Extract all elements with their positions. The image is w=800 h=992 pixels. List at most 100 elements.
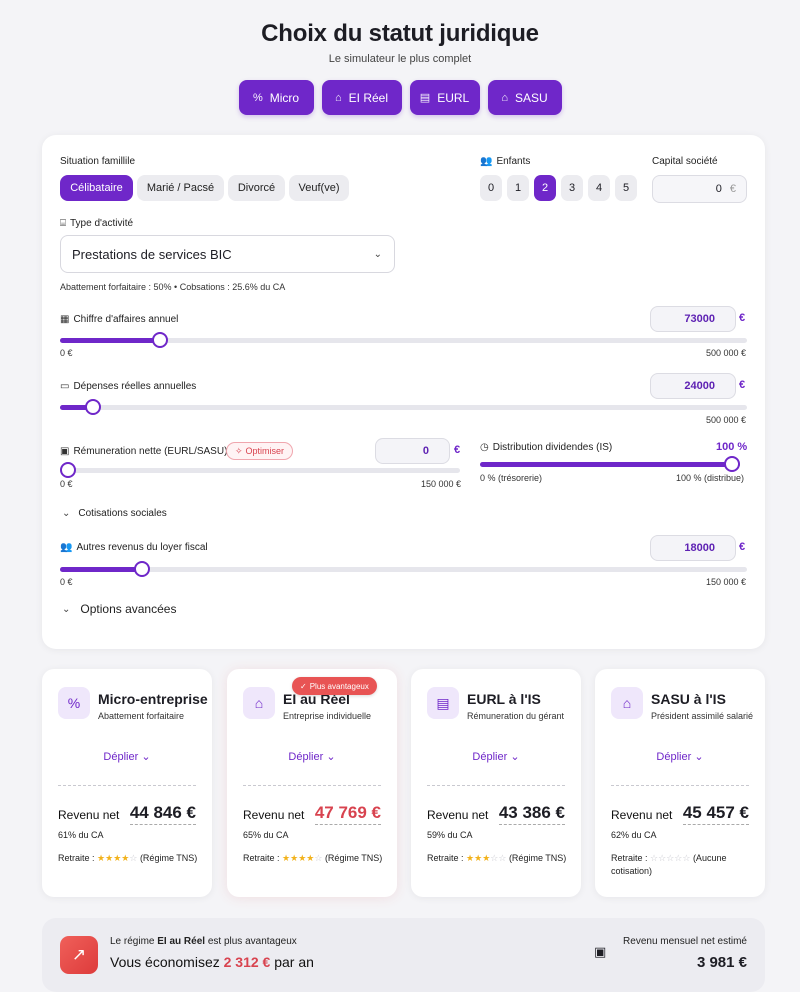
remuneration-slider[interactable] (60, 462, 460, 478)
enfants-0[interactable]: 0 (480, 175, 502, 201)
revenu-value: 43 386 € (498, 803, 565, 825)
card-icon: ▭ (60, 381, 70, 392)
retraite-info: Retraite : ★★★★☆ (Régime TNS) (58, 853, 198, 863)
card-ei-reel: ⌂ EI au Réel Entreprise individuelle Dép… (227, 669, 397, 897)
tab-ei-reel[interactable]: ⌂ EI Réel (321, 80, 402, 115)
slider-thumb[interactable] (152, 332, 169, 348)
revenu-pct: 61% du CA (58, 830, 104, 840)
rating-stars: ★★★★☆ (282, 853, 322, 863)
deplier-button[interactable]: Déplier ⌄ (411, 750, 581, 763)
bank-icon: ⌂ (501, 91, 508, 104)
star-filled-icon: ★ (105, 853, 114, 863)
star-filled-icon: ★ (290, 853, 299, 863)
deplier-button[interactable]: Déplier ⌄ (42, 750, 212, 763)
enfants-group: 0 1 2 3 4 5 (480, 175, 637, 201)
autres-input[interactable]: 18000 (650, 535, 736, 561)
chevron-down-icon: ⌄ (62, 508, 71, 519)
ca-input[interactable]: 73000 (650, 306, 736, 332)
depenses-slider[interactable] (60, 399, 747, 415)
autres-slider[interactable] (60, 561, 747, 577)
cotisations-toggle[interactable]: ⌄ Cotisations sociales (62, 508, 167, 519)
remuneration-label: ▣ Rémuneration nette (EURL/SASU) (60, 446, 228, 457)
slider-thumb[interactable] (84, 399, 101, 415)
chevron-down-icon: ⌄ (694, 751, 704, 763)
ca-min: 0 € (60, 348, 73, 358)
trend-up-icon: ↗ (60, 936, 98, 974)
retraite-info: Retraite : ★★★☆☆ (Régime TNS) (427, 853, 567, 863)
situation-celibataire[interactable]: Célibataire (60, 175, 133, 201)
remuneration-max: 150 000 € (421, 479, 462, 489)
dividendes-label: ◷ Distribution dividendes (IS) (480, 442, 613, 453)
ca-max: 500 000 € (706, 348, 747, 358)
revenu-pct: 62% du CA (611, 830, 657, 840)
star-filled-icon: ★ (474, 853, 483, 863)
enfants-2[interactable]: 2 (534, 175, 556, 201)
depenses-input[interactable]: 24000 (650, 373, 736, 399)
situation-group: Célibataire Marié / Pacsé Divorcé Veuf(v… (60, 175, 349, 201)
star-empty-icon: ☆ (650, 853, 659, 863)
tab-eurl[interactable]: ▤ EURL (409, 80, 480, 115)
divider (611, 785, 749, 786)
divider (58, 785, 196, 786)
percent-icon: % (252, 91, 263, 104)
slider-thumb[interactable] (60, 462, 76, 478)
enfants-3[interactable]: 3 (561, 175, 583, 201)
enfants-1[interactable]: 1 (507, 175, 529, 201)
revenu-pct: 65% du CA (243, 830, 289, 840)
capital-field[interactable]: 0 € (652, 175, 747, 203)
dividendes-min: 0 % (trésorerie) (480, 473, 543, 483)
bank-icon: ⌂ (611, 687, 643, 719)
deplier-button[interactable]: Déplier ⌄ (227, 750, 397, 763)
people-icon: 👥 (480, 156, 493, 167)
tab-micro[interactable]: % Micro (238, 80, 314, 115)
remuneration-min: 0 € (60, 479, 73, 489)
rating-stars: ★★★★☆ (97, 853, 137, 863)
retraite-info: Retraite : ☆☆☆☆☆ (Aucune cotisation) (611, 853, 727, 876)
revenu-label: Revenu net (427, 808, 489, 822)
activite-select[interactable]: Prestations de services BIC ⌄ (60, 235, 395, 273)
slider-thumb[interactable] (134, 561, 151, 577)
card-subtitle: Rémuneration du gérant (467, 711, 565, 721)
tab-sasu[interactable]: ⌂ SASU (487, 80, 562, 115)
remuneration-input[interactable]: 0 (375, 438, 450, 464)
autres-max: 150 000 € (706, 577, 747, 587)
card-title: Micro-entreprise (98, 691, 208, 707)
calculator-icon: ▦ (60, 314, 70, 325)
card-subtitle: Abattement forfaitaire (98, 711, 185, 721)
dividendes-value: 100 % (716, 441, 748, 453)
options-toggle[interactable]: ⌄ Options avancées (62, 602, 176, 616)
situation-veuf[interactable]: Veuf(ve) (289, 175, 349, 201)
check-icon: ✓ (300, 681, 307, 691)
monthly-label: Revenu mensuel net estimé (623, 936, 747, 947)
summary-bar: ↗ Le régime EI au Réel est plus avantage… (42, 918, 765, 992)
store-icon: ⌂ (334, 91, 342, 104)
ca-slider[interactable] (60, 332, 747, 348)
dividendes-slider[interactable] (480, 456, 740, 472)
enfants-label: 👥 Enfants (480, 156, 531, 167)
revenu-pct: 59% du CA (427, 830, 473, 840)
ca-label: ▦ Chiffre d'affaires annuel (60, 314, 179, 325)
clock-icon: ◷ (480, 442, 489, 453)
deplier-button[interactable]: Déplier ⌄ (595, 750, 765, 763)
slider-fill (60, 567, 143, 572)
building-icon: ▤ (419, 92, 431, 104)
star-filled-icon: ★ (97, 853, 106, 863)
rating-stars: ☆☆☆☆☆ (650, 853, 690, 863)
star-empty-icon: ☆ (658, 853, 667, 863)
star-empty-icon: ☆ (498, 853, 507, 863)
page-subtitle: Le simulateur le plus complet (328, 53, 472, 65)
situation-marie[interactable]: Marié / Pacsé (137, 175, 224, 201)
people-icon: 👥 (60, 542, 73, 553)
enfants-5[interactable]: 5 (615, 175, 637, 201)
dividendes-max: 100 % (distribue) (676, 473, 745, 483)
card-title: EURL à l'IS (467, 691, 541, 707)
enfants-4[interactable]: 4 (588, 175, 610, 201)
chevron-down-icon: ⌄ (373, 248, 382, 260)
revenu-value: 44 846 € (129, 803, 196, 825)
depenses-unit: € (739, 379, 746, 391)
optimiser-button[interactable]: ✧ Optimiser (226, 442, 294, 460)
briefcase-icon: ⌸ (60, 218, 66, 229)
situation-divorce[interactable]: Divorcé (228, 175, 285, 201)
sparkle-icon: ✧ (235, 445, 243, 456)
slider-thumb[interactable] (724, 456, 740, 472)
